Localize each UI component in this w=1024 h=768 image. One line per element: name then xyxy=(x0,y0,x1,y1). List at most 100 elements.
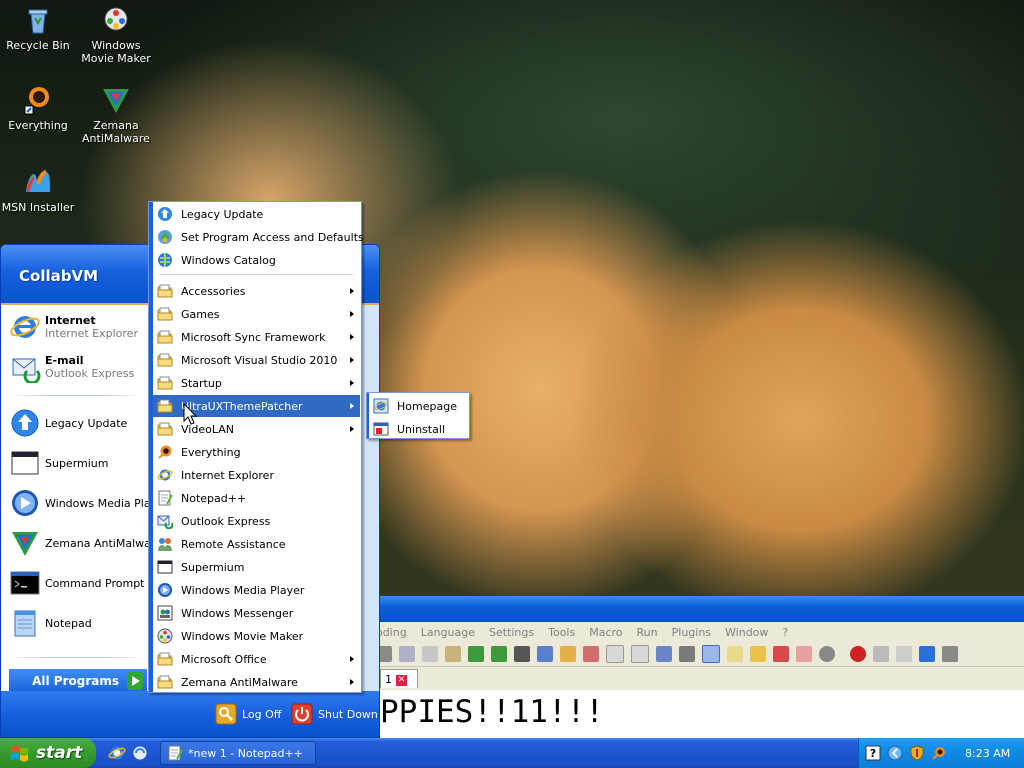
sync-v-icon[interactable] xyxy=(606,645,624,663)
program-legacy-update[interactable]: Legacy Update xyxy=(153,203,360,225)
log-off-button[interactable]: Log Off xyxy=(215,701,281,727)
cut-icon[interactable] xyxy=(399,646,415,662)
desktop-icon-everything[interactable]: Everything xyxy=(0,84,76,132)
shut-down-button[interactable]: Shut Down xyxy=(291,701,378,727)
pinned-email[interactable]: E-mail Outlook Express xyxy=(9,349,149,385)
submenu-homepage[interactable]: Homepage xyxy=(369,395,468,417)
replace-icon[interactable] xyxy=(537,646,553,662)
desktop-icon-zemana[interactable]: Zemana AntiMalware xyxy=(78,84,154,145)
submenu-arrow-icon xyxy=(350,403,354,409)
start-button[interactable]: start xyxy=(0,738,96,768)
program-microsoft-office[interactable]: Microsoft Office xyxy=(153,648,360,670)
lang-icon[interactable] xyxy=(727,646,743,662)
program-startup[interactable]: Startup xyxy=(153,372,360,394)
all-programs-button[interactable]: All Programs xyxy=(9,669,147,693)
monitor-icon[interactable] xyxy=(819,646,835,662)
tab-new-1[interactable]: 1 ✕ xyxy=(380,669,418,688)
everything-tray-icon[interactable] xyxy=(931,745,947,761)
notepadpp-editor[interactable]: PPIES!!11!!! xyxy=(360,690,1024,738)
menu-settings[interactable]: Settings xyxy=(489,626,534,639)
submenu-arrow-icon xyxy=(350,656,354,662)
record-macro-icon[interactable] xyxy=(850,646,866,662)
taskbar: start *new 1 - Notepad++ ? 8:23 AM xyxy=(0,738,1024,768)
zoom-out-icon[interactable] xyxy=(583,646,599,662)
security-shield-icon[interactable] xyxy=(909,745,925,761)
close-tab-icon[interactable]: ✕ xyxy=(396,674,407,686)
folder-workspace-icon[interactable] xyxy=(796,646,812,662)
defaults-icon xyxy=(157,229,173,245)
program-games[interactable]: Games xyxy=(153,303,360,325)
notepadpp-titlebar[interactable] xyxy=(360,596,1024,622)
program-windows-catalog[interactable]: Windows Catalog xyxy=(153,249,360,271)
save-macro-icon[interactable] xyxy=(942,646,958,662)
program-accessories[interactable]: Accessories xyxy=(153,280,360,302)
recent-legacy-update[interactable]: Legacy Update xyxy=(9,405,149,441)
menu-language[interactable]: Language xyxy=(421,626,475,639)
menu-window[interactable]: Window xyxy=(725,626,768,639)
submenu-uninstall[interactable]: Uninstall xyxy=(369,418,468,440)
indent-guide-icon[interactable] xyxy=(702,645,720,663)
submenu-arrow-icon xyxy=(350,357,354,363)
redo-icon[interactable] xyxy=(491,646,507,662)
menu-run[interactable]: Run xyxy=(637,626,658,639)
wrap-icon[interactable] xyxy=(656,646,672,662)
paste-icon[interactable] xyxy=(445,646,461,662)
recent-command-prompt[interactable]: Command Prompt xyxy=(9,565,149,601)
menu-plugins[interactable]: Plugins xyxy=(672,626,711,639)
program-windows-messenger[interactable]: Windows Messenger xyxy=(153,602,360,624)
folder-icon xyxy=(157,421,173,437)
map-icon[interactable] xyxy=(750,646,766,662)
help-icon[interactable]: ? xyxy=(865,745,881,761)
pinned-internet[interactable]: Internet Internet Explorer xyxy=(9,309,149,345)
play-multiple-icon[interactable] xyxy=(919,646,935,662)
program-zemana-antimalware[interactable]: Zemana AntiMalware xyxy=(153,671,360,693)
arrow-right-icon xyxy=(127,672,143,690)
chevron-left-icon[interactable] xyxy=(887,745,903,761)
quicklaunch-show-desktop-icon[interactable] xyxy=(131,744,149,762)
program-microsoft-sync-framework[interactable]: Microsoft Sync Framework xyxy=(153,326,360,348)
program-windows-movie-maker[interactable]: Windows Movie Maker xyxy=(153,625,360,647)
recent-notepad[interactable]: Notepad xyxy=(9,605,149,641)
program-outlook-express[interactable]: Outlook Express xyxy=(153,510,360,532)
program-everything[interactable]: Everything xyxy=(153,441,360,463)
function-list-icon[interactable] xyxy=(773,646,789,662)
submenu-arrow-icon xyxy=(350,334,354,340)
start-menu-footer: Log Off Shut Down xyxy=(1,691,379,737)
program-internet-explorer[interactable]: Internet Explorer xyxy=(153,464,360,486)
recent-supermium[interactable]: Supermium xyxy=(9,445,149,481)
desktop-icon-msn-installer[interactable]: MSN Installer xyxy=(0,166,76,214)
program-windows-media-player[interactable]: Windows Media Player xyxy=(153,579,360,601)
program-remote-assistance[interactable]: Remote Assistance xyxy=(153,533,360,555)
find-icon[interactable] xyxy=(514,646,530,662)
all-chars-icon[interactable] xyxy=(679,646,695,662)
recent-zemana[interactable]: Zemana AntiMalware xyxy=(9,525,149,561)
zemana-icon xyxy=(100,84,132,116)
undo-icon[interactable] xyxy=(468,646,484,662)
program-supermium[interactable]: Supermium xyxy=(153,556,360,578)
catalog-icon xyxy=(157,252,173,268)
menu-macro[interactable]: Macro xyxy=(589,626,622,639)
notepadpp-window[interactable]: Encoding Language Settings Tools Macro R… xyxy=(356,596,1024,738)
folder-icon xyxy=(157,375,173,391)
program-microsoft-visual-studio-2010[interactable]: Microsoft Visual Studio 2010 xyxy=(153,349,360,371)
mouse-cursor-icon xyxy=(183,403,197,425)
zoom-in-icon[interactable] xyxy=(560,646,576,662)
media-player-icon xyxy=(157,582,173,598)
quicklaunch-internet-explorer-icon[interactable] xyxy=(108,744,126,762)
program-notepad[interactable]: Notepad++ xyxy=(153,487,360,509)
zemana-icon xyxy=(9,527,41,559)
recent-media-player[interactable]: Windows Media Player xyxy=(9,485,149,521)
legacy-update-icon xyxy=(157,206,173,222)
desktop-icon-movie-maker[interactable]: Windows Movie Maker xyxy=(78,4,154,65)
play-macro-icon[interactable] xyxy=(896,646,912,662)
taskbar-button-notepadpp[interactable]: *new 1 - Notepad++ xyxy=(160,741,316,765)
menu-help[interactable]: ? xyxy=(782,626,788,639)
notepadpp-icon xyxy=(168,745,183,761)
sync-h-icon[interactable] xyxy=(631,645,649,663)
desktop-icon-recycle-bin[interactable]: Recycle Bin xyxy=(0,4,76,52)
clock[interactable]: 8:23 AM xyxy=(965,747,1010,760)
menu-tools[interactable]: Tools xyxy=(548,626,575,639)
copy-icon[interactable] xyxy=(422,646,438,662)
stop-macro-icon[interactable] xyxy=(873,646,889,662)
program-set-defaults[interactable]: Set Program Access and Defaults xyxy=(153,226,364,248)
